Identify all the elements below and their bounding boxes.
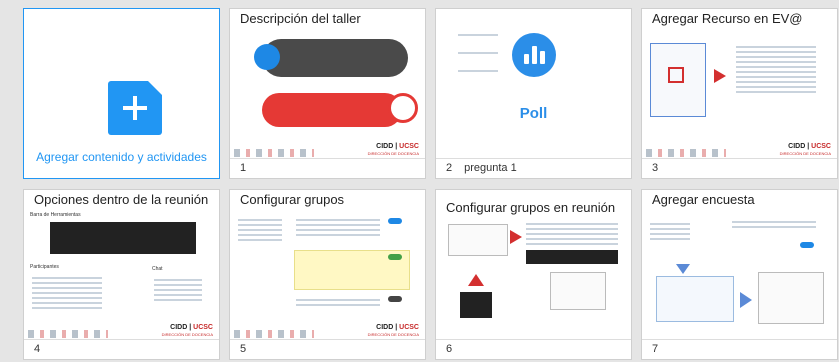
- content-grid: Agregar contenido y actividades Descripc…: [0, 0, 839, 362]
- slide-caption-6: 6: [436, 339, 631, 359]
- participants-heading: Participantes: [30, 264, 59, 270]
- slide-card-3[interactable]: Agregar Recurso en EV@ CIDD | UCSC DIRECC…: [641, 8, 838, 179]
- slide-title-7: Agregar encuesta: [652, 192, 755, 207]
- poll-chart-icon: [512, 33, 556, 77]
- slide-number: 4: [34, 343, 41, 355]
- slide-number: 6: [446, 343, 453, 355]
- slide-thumbnail-2: Poll: [436, 9, 631, 159]
- survey-results: [758, 272, 824, 324]
- slide-footer: CIDD | UCSC DIRECCIÓN DE DOCENCIA: [230, 143, 425, 159]
- slide-thumbnail-1: Descripción del taller CIDD | UCSC DIRECC…: [230, 9, 425, 159]
- groups-dialog: [448, 224, 508, 256]
- slide-card-4[interactable]: Opciones dentro de la reunión Barra de H…: [23, 189, 220, 360]
- slide-card-2[interactable]: Poll 2 pregunta 1: [435, 8, 632, 179]
- slide-number: 2: [446, 162, 453, 174]
- slide-caption-title: pregunta 1: [464, 162, 517, 174]
- slide-thumbnail-4: Opciones dentro de la reunión Barra de H…: [24, 190, 219, 340]
- slide-number: 7: [652, 343, 659, 355]
- slide-card-1[interactable]: Descripción del taller CIDD | UCSC DIRECC…: [229, 8, 426, 179]
- chat-heading: Chat: [152, 266, 163, 272]
- meeting-bar: [526, 250, 618, 264]
- brand-logo: CIDD | UCSC DIRECCIÓN DE DOCENCIA: [779, 143, 831, 156]
- toggle-icon: [388, 254, 402, 260]
- slide-caption-7: 7: [642, 339, 837, 359]
- slide-footer: CIDD | UCSC DIRECCIÓN DE DOCENCIA: [24, 324, 219, 340]
- toggle-icon: [388, 218, 402, 224]
- slide-number: 3: [652, 162, 659, 174]
- highlight-block: [262, 93, 402, 127]
- arrow-down-icon: [676, 264, 690, 274]
- arrow-right-icon: [510, 230, 522, 244]
- slide-footer: CIDD | UCSC DIRECCIÓN DE DOCENCIA: [230, 324, 425, 340]
- rooms-panel: [550, 272, 606, 310]
- video-camera-icon: [254, 44, 280, 70]
- slide-title-1: Descripción del taller: [240, 11, 361, 26]
- slide-caption-3: 3: [642, 158, 837, 178]
- slide-caption-1: 1: [230, 158, 425, 178]
- slide-thumbnail-7: Agregar encuesta: [642, 190, 837, 340]
- slide-card-5[interactable]: Configurar grupos CIDD | UCSC DIRECCIÓN D…: [229, 189, 426, 360]
- arrow-up-icon: [468, 274, 484, 286]
- toolbar-screenshot: [50, 222, 196, 254]
- brand-logo: CIDD | UCSC DIRECCIÓN DE DOCENCIA: [161, 324, 213, 337]
- slide-number: 5: [240, 343, 247, 355]
- slide-card-7[interactable]: Agregar encuesta 7: [641, 189, 838, 360]
- arrow-right-icon: [714, 69, 726, 83]
- poll-label: Poll: [519, 105, 548, 122]
- breakout-rooms-icon: [460, 292, 492, 318]
- slide-number: 1: [240, 162, 247, 174]
- arrow-right-icon: [740, 292, 752, 308]
- slide-caption-4: 4: [24, 339, 219, 359]
- survey-form: [656, 276, 734, 322]
- toolbar-heading: Barra de Herramientas: [30, 212, 81, 218]
- slide-title-3: Agregar Recurso en EV@: [652, 11, 803, 26]
- hand-icon: [388, 93, 418, 123]
- slide-caption-5: 5: [230, 339, 425, 359]
- description-block: [262, 39, 408, 77]
- toggle-icon: [800, 242, 814, 248]
- add-content-label: Agregar contenido y actividades: [36, 150, 207, 164]
- slide-title-6: Configurar grupos en reunión: [446, 200, 616, 215]
- slide-card-6[interactable]: Configurar grupos en reunión 6: [435, 189, 632, 360]
- slide-title-5: Configurar grupos: [240, 192, 345, 207]
- slide-thumbnail-6: Configurar grupos en reunión: [436, 190, 631, 340]
- add-file-icon: [108, 81, 162, 135]
- slide-footer: CIDD | UCSC DIRECCIÓN DE DOCENCIA: [642, 143, 837, 159]
- slide-thumbnail-5: Configurar grupos CIDD | UCSC DIRECCIÓN D…: [230, 190, 425, 340]
- slide-caption-2: 2 pregunta 1: [436, 158, 631, 178]
- add-content-tile[interactable]: Agregar contenido y actividades: [23, 8, 220, 179]
- slide-thumbnail-3: Agregar Recurso en EV@ CIDD | UCSC DIRECC…: [642, 9, 837, 159]
- brand-logo: CIDD | UCSC DIRECCIÓN DE DOCENCIA: [367, 324, 419, 337]
- slide-title-4: Opciones dentro de la reunión: [34, 192, 209, 207]
- toggle-icon: [388, 296, 402, 302]
- brand-logo: CIDD | UCSC DIRECCIÓN DE DOCENCIA: [367, 143, 419, 156]
